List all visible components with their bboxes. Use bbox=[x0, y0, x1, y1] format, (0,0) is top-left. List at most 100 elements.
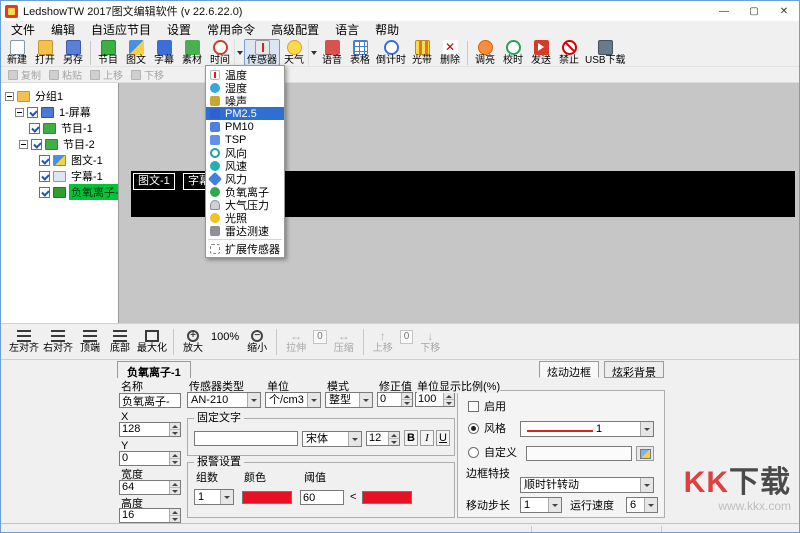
zoom-level[interactable]: 100% bbox=[211, 331, 239, 343]
menu-advanced-config[interactable]: 高级配置 bbox=[263, 21, 327, 39]
checkbox[interactable] bbox=[39, 187, 50, 198]
spin-down-button[interactable] bbox=[402, 400, 412, 406]
tree-node-program1[interactable]: 节目-1 bbox=[1, 120, 118, 136]
collapse-icon[interactable] bbox=[5, 92, 14, 101]
alarm-color-swatch[interactable] bbox=[242, 491, 292, 504]
move-up-button[interactable]: 上移 bbox=[86, 67, 127, 82]
copy-button[interactable]: 复制 bbox=[4, 67, 45, 82]
time-sync-button[interactable]: 校时 bbox=[499, 39, 527, 66]
menu-help[interactable]: 帮助 bbox=[367, 21, 407, 39]
tree-node-subtitle1[interactable]: 字幕-1 bbox=[1, 168, 118, 184]
underline-button[interactable]: U bbox=[436, 430, 450, 446]
checkbox[interactable] bbox=[39, 155, 50, 166]
checkbox[interactable] bbox=[27, 107, 38, 118]
spin-down-button[interactable] bbox=[444, 400, 454, 406]
combo-dropdown-button[interactable] bbox=[548, 498, 561, 512]
custom-browse-button[interactable] bbox=[636, 446, 654, 461]
border-style-combo[interactable]: 1 bbox=[520, 421, 654, 437]
maximize-button[interactable]: ▢ bbox=[739, 1, 769, 21]
combo-dropdown-button[interactable] bbox=[640, 478, 653, 492]
menu-item-extended-sensor[interactable]: 扩展传感器 bbox=[206, 242, 284, 255]
scale-spinner[interactable]: 100 bbox=[415, 392, 455, 407]
menu-common-commands[interactable]: 常用命令 bbox=[199, 21, 263, 39]
usb-download-button[interactable]: USB下载 bbox=[583, 39, 628, 66]
height-spinner[interactable]: 16 bbox=[119, 508, 181, 523]
table-button[interactable]: 表格 bbox=[346, 39, 374, 66]
forbid-button[interactable]: 禁止 bbox=[555, 39, 583, 66]
checkbox[interactable] bbox=[39, 171, 50, 182]
checkbox[interactable] bbox=[29, 123, 40, 134]
bold-button[interactable]: B bbox=[404, 430, 418, 446]
move-down-button[interactable]: 下移 bbox=[127, 67, 168, 82]
properties-tab[interactable]: 负氧离子-1 bbox=[117, 361, 191, 378]
menu-adaptive-program[interactable]: 自适应节目 bbox=[83, 21, 159, 39]
menu-settings[interactable]: 设置 bbox=[159, 21, 199, 39]
sensor-button[interactable]: 传感器 bbox=[244, 39, 280, 66]
spin-up-button[interactable] bbox=[170, 509, 180, 516]
spin-down-button[interactable] bbox=[170, 516, 180, 522]
close-button[interactable]: ✕ bbox=[769, 1, 799, 21]
spin-up-button[interactable] bbox=[402, 393, 412, 400]
combo-dropdown-button[interactable] bbox=[644, 498, 657, 512]
time-button[interactable]: 时间 bbox=[206, 39, 234, 66]
align-right-button[interactable]: 右对齐 bbox=[41, 326, 75, 358]
speed-combo[interactable]: 6 bbox=[626, 497, 658, 513]
subtitle-button[interactable]: 字幕 bbox=[150, 39, 178, 66]
name-input[interactable] bbox=[119, 393, 181, 408]
move-value[interactable]: 0 bbox=[400, 330, 414, 344]
threshold-input[interactable] bbox=[300, 490, 344, 505]
compress-button[interactable]: ↔压缩 bbox=[329, 326, 359, 358]
unit-combo[interactable]: 个/cm3 bbox=[265, 392, 321, 408]
collapse-icon[interactable] bbox=[19, 140, 28, 149]
spin-down-button[interactable] bbox=[170, 459, 180, 465]
new-button[interactable]: 新建 bbox=[3, 39, 31, 66]
width-spinner[interactable]: 64 bbox=[119, 480, 181, 495]
step-combo[interactable]: 1 bbox=[520, 497, 562, 513]
spin-down-button[interactable] bbox=[170, 488, 180, 494]
menu-item-noise[interactable]: 噪声 bbox=[206, 94, 284, 107]
graphic-text-button[interactable]: 图文 bbox=[122, 39, 150, 66]
tab-colorful-background[interactable]: 炫彩背景 bbox=[604, 361, 664, 378]
combo-dropdown-button[interactable] bbox=[348, 432, 361, 446]
paste-button[interactable]: 粘贴 bbox=[45, 67, 86, 82]
layer-up-button[interactable]: ↑上移 bbox=[368, 326, 398, 358]
delete-button[interactable]: 删除 bbox=[436, 39, 464, 66]
zoom-out-button[interactable]: 缩小 bbox=[242, 326, 272, 358]
y-spinner[interactable]: 0 bbox=[119, 451, 181, 466]
x-spinner[interactable]: 128 bbox=[119, 422, 181, 437]
tab-dynamic-border[interactable]: 炫动边框 bbox=[539, 361, 599, 378]
alarm-color-swatch-2[interactable] bbox=[362, 491, 412, 504]
spin-down-button[interactable] bbox=[170, 430, 180, 436]
checkbox[interactable] bbox=[31, 139, 42, 150]
voice-button[interactable]: 语音 bbox=[318, 39, 346, 66]
layer-down-button[interactable]: ↓下移 bbox=[415, 326, 445, 358]
fixed-text-input[interactable] bbox=[194, 431, 298, 446]
stretch-value[interactable]: 0 bbox=[313, 330, 327, 344]
tree-node-screen[interactable]: 1-屏幕 bbox=[1, 104, 118, 120]
minimize-button[interactable]: — bbox=[709, 1, 739, 21]
custom-radio[interactable] bbox=[468, 447, 479, 458]
border-effect-combo[interactable]: 顺时针转动 bbox=[520, 477, 654, 493]
style-radio[interactable] bbox=[468, 423, 479, 434]
correction-spinner[interactable]: 0 bbox=[377, 392, 413, 407]
stretch-button[interactable]: ↔拉伸 bbox=[281, 326, 311, 358]
light-band-button[interactable]: 光带 bbox=[408, 39, 436, 66]
save-as-button[interactable]: 另存 bbox=[59, 39, 87, 66]
font-size-spinner[interactable]: 12 bbox=[366, 431, 400, 446]
menu-item-pm25-selected[interactable]: PM2.5 bbox=[206, 107, 284, 120]
maximize-region-button[interactable]: 最大化 bbox=[135, 326, 169, 358]
weather-button[interactable]: 天气 bbox=[280, 39, 308, 66]
enable-checkbox[interactable] bbox=[468, 401, 479, 412]
menu-file[interactable]: 文件 bbox=[3, 21, 43, 39]
group-count-combo[interactable]: 1 bbox=[194, 489, 234, 505]
menu-item-radar-speed[interactable]: 雷达测速 bbox=[206, 224, 284, 237]
tree-node-sensor1-selected[interactable]: 负氧离子-1 bbox=[1, 184, 118, 200]
spin-up-button[interactable] bbox=[170, 423, 180, 430]
custom-border-input[interactable] bbox=[526, 446, 632, 461]
tree-node-graphic1[interactable]: 图文-1 bbox=[1, 152, 118, 168]
combo-dropdown-button[interactable] bbox=[247, 393, 260, 407]
spin-up-button[interactable] bbox=[444, 393, 454, 400]
combo-dropdown-button[interactable] bbox=[307, 393, 320, 407]
align-top-button[interactable]: 顶端 bbox=[75, 326, 105, 358]
tree-node-program2[interactable]: 节目-2 bbox=[1, 136, 118, 152]
